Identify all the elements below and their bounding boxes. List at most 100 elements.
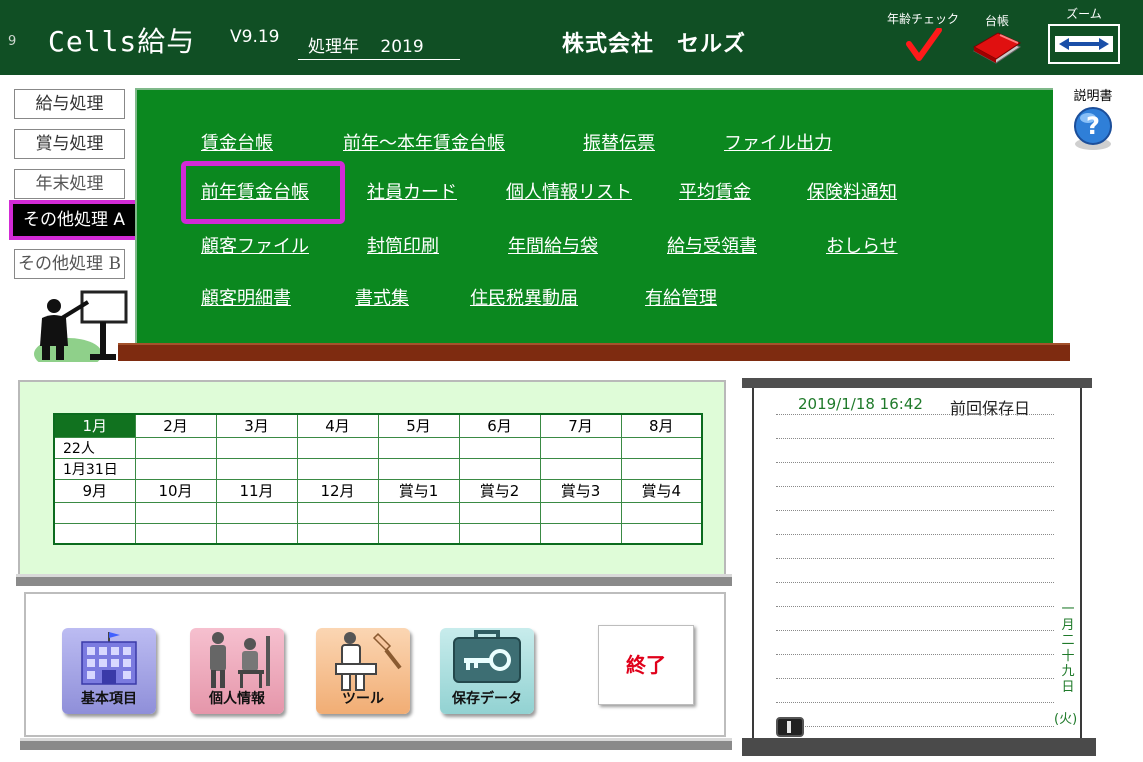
- menu-form-collection[interactable]: 書式集: [355, 284, 409, 310]
- nav-year-end-button[interactable]: 年末処理: [14, 169, 125, 199]
- month-cell-jun[interactable]: 6月: [458, 413, 541, 438]
- empty-cell: [215, 522, 298, 545]
- menu-annual-pay-envelope[interactable]: 年間給与袋: [508, 232, 598, 258]
- notepad-line: [776, 486, 1054, 487]
- notepad-top-bar: [742, 378, 1092, 388]
- title-bar: 9 Cells給与 V9.19 処理年 2019 株式会社 セルズ 年齢チェック…: [0, 0, 1143, 75]
- empty-cell: [539, 436, 622, 459]
- month-cell-oct[interactable]: 10月: [134, 478, 217, 503]
- menu-file-output[interactable]: ファイル出力: [724, 129, 832, 155]
- notepad-line: [776, 462, 1054, 463]
- month-cell-may[interactable]: 5月: [377, 413, 460, 438]
- personal-info-label: 個人情報: [209, 691, 265, 707]
- month-cell-aug[interactable]: 8月: [620, 413, 703, 438]
- nav-year-end-label: 年末処理: [35, 174, 104, 194]
- notepad-line: [776, 726, 1054, 727]
- menu-average-wage[interactable]: 平均賃金: [679, 178, 751, 204]
- notepad: [752, 388, 1082, 740]
- tools-label: ツール: [342, 691, 384, 707]
- menu-pay-receipt[interactable]: 給与受領書: [667, 232, 757, 258]
- empty-cell: [296, 522, 379, 545]
- bonus-cell-2[interactable]: 賞与2: [458, 478, 541, 503]
- last-saved-label: 前回保存日: [950, 399, 1031, 418]
- basic-settings-button[interactable]: 基本項目: [62, 628, 156, 714]
- menu-transfer-slip[interactable]: 振替伝票: [583, 129, 655, 155]
- month-cell-jan[interactable]: 1月: [53, 413, 136, 438]
- ledger-label: 台帳: [984, 14, 1009, 28]
- notepad-bottom-bar: [742, 738, 1096, 756]
- nav-other-a-button[interactable]: その他処理 A: [9, 200, 139, 240]
- menu-prev-current-wage-ledger[interactable]: 前年～本年賃金台帳: [343, 129, 505, 155]
- sheet-number: 9: [8, 34, 17, 49]
- zoom-button[interactable]: ズーム: [1046, 5, 1122, 64]
- menu-envelope-print[interactable]: 封筒印刷: [367, 232, 439, 258]
- manual-label: 説明書: [1073, 89, 1113, 104]
- empty-cell: [458, 436, 541, 459]
- month-cell-mar[interactable]: 3月: [215, 413, 298, 438]
- menu-customer-file[interactable]: 顧客ファイル: [201, 232, 309, 258]
- zoom-label: ズーム: [1066, 7, 1102, 21]
- ledger-button[interactable]: 台帳: [970, 12, 1024, 70]
- empty-cell: [215, 436, 298, 459]
- empty-cell: [539, 457, 622, 480]
- empty-cell: [458, 522, 541, 545]
- empty-cell: [53, 522, 136, 545]
- month-cell-apr[interactable]: 4月: [296, 413, 379, 438]
- month-cell-nov[interactable]: 11月: [215, 478, 298, 503]
- tools-button[interactable]: ツール: [316, 628, 410, 714]
- menu-wage-ledger[interactable]: 賃金台帳: [201, 129, 273, 155]
- empty-cell: [53, 501, 136, 524]
- empty-cell: [620, 457, 703, 480]
- nav-other-b-button[interactable]: その他処理 B: [14, 249, 125, 279]
- bonus-cell-3[interactable]: 賞与3: [539, 478, 622, 503]
- empty-cell: [539, 522, 622, 545]
- exit-button[interactable]: 終了: [598, 625, 694, 705]
- age-check-button[interactable]: 年齢チェック: [880, 10, 966, 65]
- notepad-line: [776, 582, 1054, 583]
- presenter-at-board-illustration: [34, 290, 128, 362]
- app-title: Cells給与: [48, 25, 196, 58]
- month-cell-feb[interactable]: 2月: [134, 413, 217, 438]
- menu-customer-statement[interactable]: 顧客明細書: [201, 284, 291, 310]
- weekday-label: (火): [1054, 712, 1078, 727]
- personal-info-button[interactable]: 個人情報: [190, 628, 284, 714]
- empty-cell: [134, 436, 217, 459]
- menu-personal-info-list[interactable]: 個人情報リスト: [506, 178, 632, 204]
- menu-insurance-notice[interactable]: 保険料通知: [807, 178, 897, 204]
- age-check-label: 年齢チェック: [886, 12, 959, 26]
- month-grid: 1月 2月 3月 4月 5月 6月 7月 8月 22人 1月31日 9月 10月…: [53, 413, 703, 545]
- people-icon: [210, 632, 270, 688]
- processing-year-value: 2019: [380, 37, 424, 57]
- menu-notices[interactable]: おしらせ: [826, 232, 898, 258]
- processing-year-field[interactable]: 処理年 2019: [298, 32, 460, 60]
- help-question-icon: ?: [1074, 107, 1112, 150]
- menu-resident-tax-change[interactable]: 住民税異動届: [470, 284, 578, 310]
- bonus-cell-1[interactable]: 賞与1: [377, 478, 460, 503]
- notepad-line: [776, 606, 1054, 607]
- month-cell-dec[interactable]: 12月: [296, 478, 379, 503]
- notepad-line: [776, 678, 1054, 679]
- menu-employee-card[interactable]: 社員カード: [367, 178, 457, 204]
- zoom-frame: [1048, 24, 1120, 64]
- tool-worker-icon: [335, 632, 402, 691]
- notepad-line: [776, 438, 1054, 439]
- month-cell-jul[interactable]: 7月: [539, 413, 622, 438]
- menu-paid-leave[interactable]: 有給管理: [645, 284, 717, 310]
- office-building-icon: [81, 632, 137, 685]
- empty-cell: [215, 457, 298, 480]
- bonus-cell-4[interactable]: 賞与4: [620, 478, 703, 503]
- empty-cell: [377, 436, 460, 459]
- board-ledge: [118, 343, 1070, 361]
- company-name: 株式会社 セルズ: [562, 32, 747, 57]
- manual-button[interactable]: 説明書 ?: [1068, 85, 1118, 156]
- nav-payroll-button[interactable]: 給与処理: [14, 89, 125, 119]
- last-saved-datetime: 2019/1/18 16:42: [798, 395, 923, 413]
- vertical-date: 一月二十九日: [1061, 602, 1075, 695]
- saved-data-button[interactable]: 保存データ: [440, 628, 534, 714]
- horizontal-expand-arrows-icon: [1055, 36, 1113, 52]
- basic-settings-label: 基本項目: [81, 691, 137, 707]
- month-cell-sep[interactable]: 9月: [53, 478, 136, 503]
- empty-cell: [134, 457, 217, 480]
- empty-cell: [458, 501, 541, 524]
- nav-bonus-button[interactable]: 賞与処理: [14, 129, 125, 159]
